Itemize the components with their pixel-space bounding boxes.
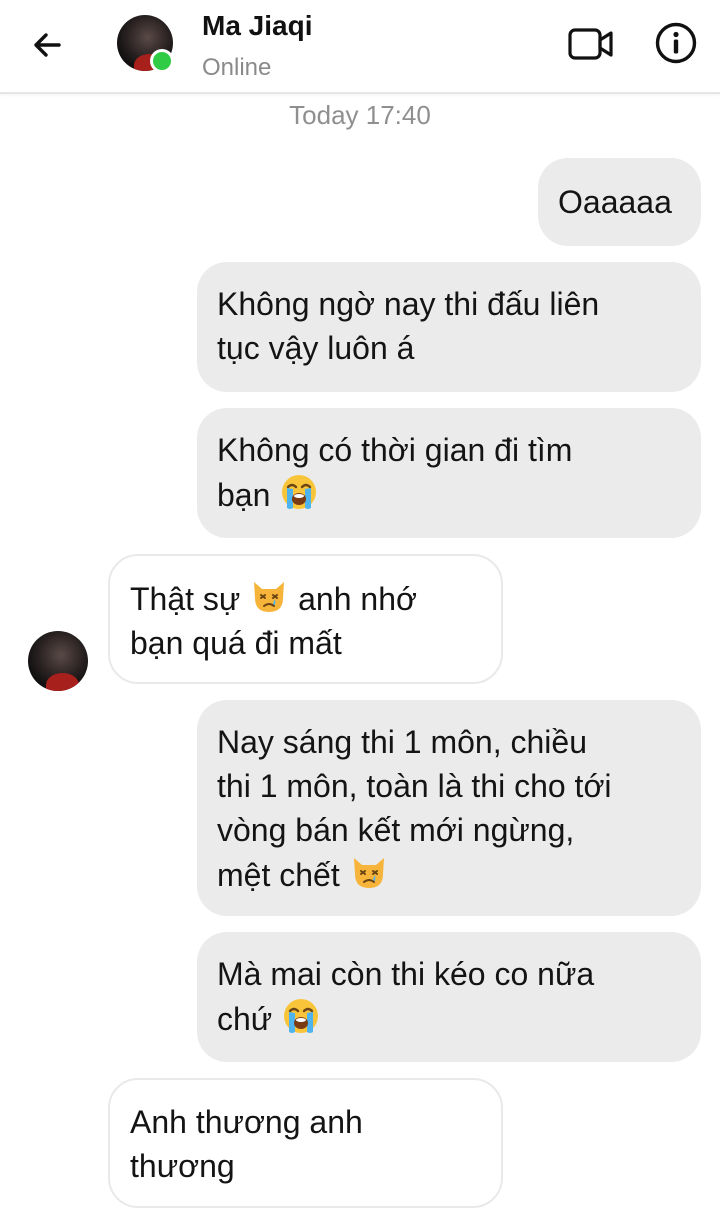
outgoing-message[interactable]: Oaaaaa [538,158,701,246]
back-button[interactable] [24,22,70,68]
message-text: anh nhớ [298,581,417,617]
crying-cat-face-icon [254,582,285,612]
message-text: Oaaaaa [558,184,672,220]
arrow-left-icon [34,33,61,57]
outgoing-message[interactable]: Nay sáng thi 1 môn, chiều thi 1 môn, toà… [197,700,701,916]
message-text: bạn [217,477,271,513]
online-status-dot [150,49,174,73]
sender-avatar[interactable] [28,631,88,691]
outgoing-message[interactable]: Không có thời gian đi tìm bạn [197,408,701,538]
loudly-crying-face-icon [282,475,317,509]
info-icon [655,22,697,64]
loudly-crying-face-icon [284,999,319,1033]
video-call-icon [568,28,613,60]
message-text: mệt chết [217,857,340,893]
message-text-line: bạn quá đi mất [130,625,342,661]
message-text-line: vòng bán kết mới ngừng, [217,812,575,848]
message-text-line: Không ngờ nay thi đấu liên [217,286,600,322]
outgoing-message[interactable]: Mà mai còn thi kéo co nữa chứ [197,932,701,1062]
incoming-message[interactable]: Anh thương anh thương [108,1078,503,1208]
contact-name[interactable]: Ma Jiaqi [202,10,312,42]
message-text-line: Không có thời gian đi tìm [217,432,573,468]
chat-timestamp: Today 17:40 [289,100,431,130]
message-text-line: Anh thương anh [130,1104,363,1140]
contact-status: Online [202,54,272,81]
chat-header: Ma Jiaqi Online [0,0,720,94]
message-text: Thật sự [130,581,241,617]
incoming-message[interactable]: Thật sự anh nhớ bạn quá đi mất [108,554,503,684]
message-text-line: Mà mai còn thi kéo co nữa [217,956,595,992]
message-text: chứ [217,1001,273,1037]
message-text-line: thương [130,1148,235,1184]
outgoing-message[interactable]: Không ngờ nay thi đấu liên tục vậy luôn … [197,262,701,392]
message-text-line: Nay sáng thi 1 môn, chiều [217,724,587,760]
message-text-line: thi 1 môn, toàn là thi cho tới [217,768,612,804]
info-button[interactable] [652,19,700,67]
video-call-button[interactable] [566,22,616,66]
message-text-line: tục vậy luôn á [217,330,415,366]
crying-cat-face-icon [353,858,384,888]
